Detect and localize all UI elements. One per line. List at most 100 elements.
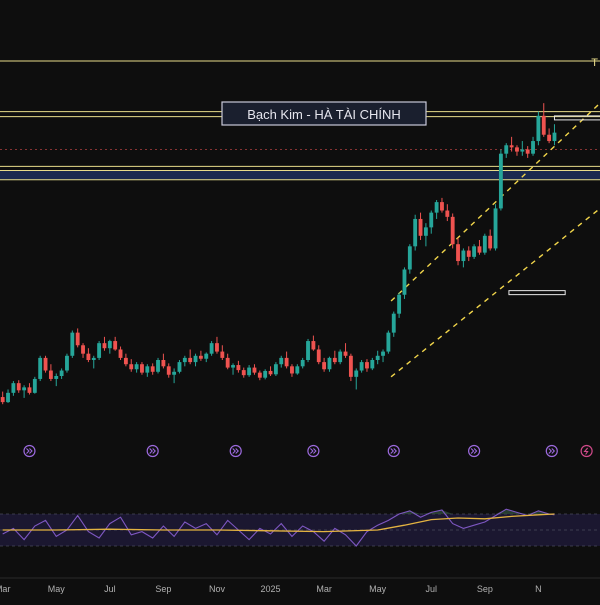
x-axis-label: May bbox=[48, 584, 66, 594]
candle-body bbox=[220, 351, 225, 358]
candle-body bbox=[16, 383, 21, 391]
candle-body bbox=[509, 145, 514, 148]
candle-body bbox=[493, 208, 498, 249]
candle-body bbox=[43, 357, 48, 371]
candle-body bbox=[461, 250, 466, 262]
candle bbox=[338, 349, 343, 365]
candle-body bbox=[22, 387, 27, 391]
title-banner: Bạch Kim - HÀ TÀI CHÍNH bbox=[221, 101, 427, 126]
candle-body bbox=[6, 392, 10, 403]
candle-body bbox=[354, 370, 359, 377]
candle-body bbox=[209, 343, 214, 354]
candle-body bbox=[91, 357, 96, 360]
candle-body bbox=[166, 366, 171, 375]
candle-body bbox=[86, 353, 91, 360]
candle-body bbox=[402, 269, 407, 295]
x-axis-label: Mar bbox=[0, 584, 10, 594]
candle-body bbox=[536, 115, 541, 142]
x-axis-label: Sep bbox=[477, 584, 493, 594]
candle-body bbox=[375, 355, 380, 360]
candle bbox=[472, 244, 477, 259]
candle-body bbox=[145, 366, 150, 373]
candle bbox=[156, 357, 160, 374]
candle bbox=[498, 149, 503, 211]
candle-body bbox=[434, 202, 439, 213]
x-axis-label: Jul bbox=[425, 584, 437, 594]
candlestick-chart[interactable]: Bạch Kim - HÀ TÀI CHÍNH T Mar May Jul Sep No… bbox=[0, 0, 600, 600]
candle-body bbox=[225, 357, 230, 368]
candle-body bbox=[397, 294, 402, 314]
candle-body bbox=[70, 332, 75, 356]
candle-body bbox=[290, 366, 294, 374]
candle bbox=[450, 213, 455, 249]
candle-body bbox=[150, 366, 155, 372]
candle-body bbox=[311, 341, 316, 350]
candle-body bbox=[204, 353, 209, 359]
candle-body bbox=[177, 362, 182, 372]
candle-body bbox=[107, 341, 112, 349]
candle-body bbox=[515, 147, 519, 152]
chart-canvas: Bạch Kim - HÀ TÀI CHÍNH T Mar May Jul Sep No… bbox=[0, 0, 600, 600]
candle-body bbox=[188, 357, 193, 363]
candle-body bbox=[316, 349, 321, 363]
candle bbox=[493, 204, 498, 251]
candle-body bbox=[134, 364, 139, 370]
x-axis-label: Mar bbox=[316, 584, 332, 594]
candle-body bbox=[102, 343, 107, 349]
candle-body bbox=[231, 365, 235, 368]
candle-body bbox=[279, 357, 284, 365]
candle-body bbox=[365, 362, 369, 369]
candle-body bbox=[466, 250, 471, 257]
candle-body bbox=[391, 313, 396, 333]
candle-body bbox=[552, 132, 557, 142]
candle-body bbox=[123, 357, 128, 365]
candle-body bbox=[273, 364, 278, 375]
candle-body bbox=[418, 218, 423, 236]
candle-body bbox=[268, 370, 273, 375]
candle-body bbox=[488, 235, 493, 249]
candle-body bbox=[182, 357, 187, 363]
x-axis-label: May bbox=[369, 584, 387, 594]
candle-body bbox=[65, 355, 69, 371]
candle-body bbox=[482, 235, 487, 253]
candle-body bbox=[525, 149, 530, 154]
corner-label: T bbox=[591, 57, 598, 69]
candle bbox=[209, 341, 214, 356]
candle-body bbox=[81, 345, 85, 354]
x-axis-label: Sep bbox=[155, 584, 171, 594]
candle-body bbox=[520, 149, 525, 152]
support-zone bbox=[0, 170, 600, 180]
candle-body bbox=[193, 355, 198, 363]
candle-body bbox=[407, 246, 412, 270]
candle-body bbox=[381, 351, 385, 356]
candle bbox=[386, 330, 391, 354]
candle bbox=[407, 244, 412, 274]
candle-body bbox=[252, 367, 257, 373]
candle bbox=[413, 214, 418, 251]
candle bbox=[32, 376, 37, 394]
candle-body bbox=[0, 397, 5, 403]
candle bbox=[70, 330, 75, 358]
candle-body bbox=[429, 212, 434, 228]
candle-body bbox=[477, 246, 482, 253]
candle-body bbox=[423, 227, 428, 236]
candle-body bbox=[11, 383, 16, 393]
candle bbox=[536, 111, 541, 146]
candle-body bbox=[161, 360, 166, 367]
candle-body bbox=[129, 364, 134, 370]
candle-body bbox=[140, 364, 144, 373]
candle bbox=[65, 353, 69, 373]
candle-body bbox=[547, 134, 552, 142]
candle-body bbox=[327, 357, 332, 370]
candle bbox=[306, 338, 310, 363]
candle-body bbox=[113, 341, 118, 350]
candle-body bbox=[198, 355, 203, 359]
candle bbox=[402, 267, 407, 299]
candle-body bbox=[338, 351, 343, 363]
candle-body bbox=[284, 357, 289, 367]
candle-body bbox=[156, 360, 160, 372]
candle-body bbox=[54, 376, 59, 379]
candle-body bbox=[504, 145, 509, 154]
candle-body bbox=[97, 343, 102, 358]
candle-body bbox=[215, 343, 219, 352]
